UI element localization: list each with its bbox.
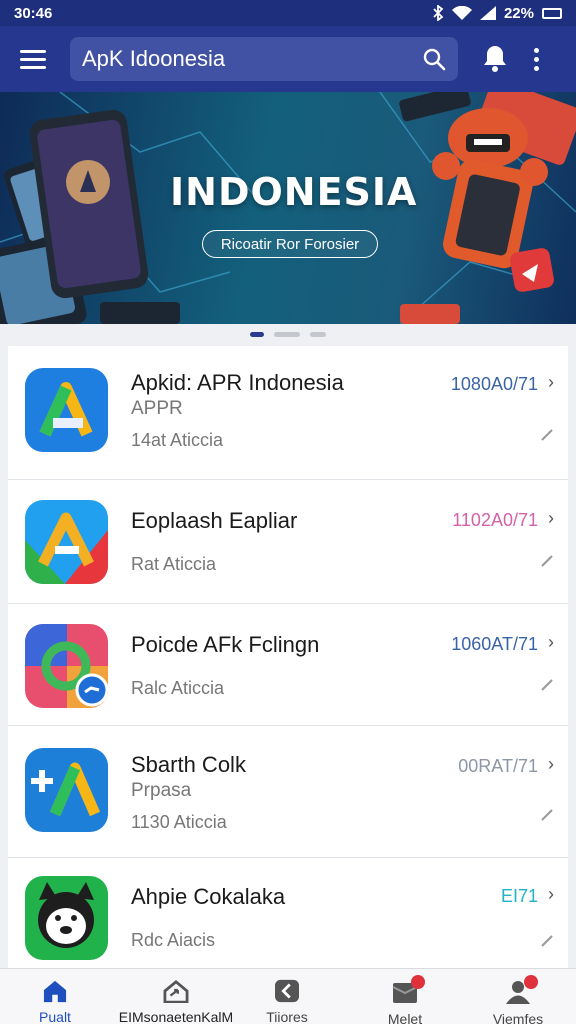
list-item[interactable]: Eoplaash Eapliar Rat Aticcia 1102A0/71 › — [8, 480, 568, 604]
banner-title: INDONESIA — [170, 170, 418, 214]
bluetooth-icon — [433, 5, 444, 21]
more-dot — [533, 65, 539, 71]
app-name: Apkid: APR Indonesia — [131, 370, 344, 395]
status-icons: 22% — [432, 5, 562, 22]
list-item[interactable]: Poicde AFk Fclingn Ralc Aticcia 1060AT/7… — [8, 604, 568, 726]
nav-item-profile[interactable]: Viemfes — [482, 969, 554, 1024]
home-icon — [43, 980, 67, 1003]
app-name: Eoplaash Eapliar — [131, 508, 298, 533]
notification-button[interactable] — [480, 41, 510, 77]
app-name: Sbarth Colk — [131, 752, 246, 777]
app-meta: Ralc Aticcia — [131, 678, 225, 698]
back-icon — [275, 979, 299, 1003]
app-icon — [25, 624, 108, 708]
edit-icon[interactable] — [540, 808, 554, 822]
nav-label: Pualt — [39, 1009, 71, 1024]
app-name: Poicde AFk Fclingn — [131, 632, 320, 657]
app-list: Apkid: APR Indonesia APPR 14at Aticcia 1… — [8, 346, 568, 968]
app-version: 00RAT/71 — [458, 756, 538, 776]
bell-icon — [484, 46, 506, 72]
app-icon — [25, 368, 108, 452]
edit-icon[interactable] — [540, 934, 554, 948]
chevron-right-icon[interactable]: › — [548, 884, 554, 905]
people-icon — [504, 975, 538, 1005]
mail-icon — [391, 975, 425, 1005]
menu-icon-line — [20, 65, 46, 69]
carousel-dot-active[interactable] — [250, 332, 264, 337]
nav-item-messages[interactable]: Melet — [370, 969, 440, 1024]
app-subtitle: Prpasa — [131, 780, 192, 801]
nav-item-home[interactable]: Pualt — [20, 969, 90, 1024]
menu-button[interactable] — [14, 39, 54, 79]
overflow-menu-button[interactable] — [530, 41, 542, 77]
search-bar[interactable] — [70, 37, 458, 81]
search-input[interactable] — [82, 46, 422, 72]
menu-icon-line — [20, 57, 46, 61]
app-name: Ahpie Cokalaka — [131, 884, 286, 909]
edit-icon[interactable] — [540, 428, 554, 442]
edit-icon[interactable] — [540, 554, 554, 568]
app-meta: 14at Aticcia — [131, 430, 224, 450]
carousel-dot[interactable] — [310, 332, 326, 337]
carousel-dot[interactable] — [274, 332, 300, 337]
app-version: 1102A0/71 — [452, 510, 538, 530]
app-version: 1060AT/71 — [451, 634, 538, 654]
app-icon — [25, 500, 108, 584]
app-icon — [25, 876, 108, 960]
banner-cta-button[interactable]: Ricoatir Ror Forosier — [202, 230, 378, 258]
nav-item-explore[interactable]: EIMsonaetenKalM — [112, 969, 240, 1024]
app-version: 1080A0/71 — [450, 374, 538, 394]
app-version: EI71 — [500, 886, 538, 906]
chevron-right-icon[interactable]: › — [548, 508, 554, 529]
nav-label: EIMsonaetenKalM — [118, 1009, 234, 1024]
list-item[interactable]: Ahpie Cokalaka Rdc Aiacis EI71 › — [8, 858, 568, 968]
app-meta: 1130 Aticcia — [131, 812, 227, 832]
app-icon — [25, 748, 108, 832]
nav-label: Tiiores — [266, 1009, 308, 1024]
notification-badge — [411, 975, 425, 989]
more-dot — [533, 47, 539, 53]
notification-badge — [524, 975, 538, 989]
battery-percent: 22% — [503, 4, 534, 22]
search-icon[interactable] — [422, 47, 446, 71]
home-share-icon — [163, 979, 189, 1003]
bottom-navigation: Pualt EIMsonaetenKalM Tiiores Melet Viem… — [0, 968, 576, 1024]
nav-label: Viemfes — [492, 1011, 544, 1024]
edit-icon[interactable] — [540, 678, 554, 692]
list-item[interactable]: Apkid: APR Indonesia APPR 14at Aticcia 1… — [8, 346, 568, 480]
wifi-icon — [451, 5, 472, 20]
chevron-right-icon[interactable]: › — [548, 632, 554, 653]
chevron-right-icon[interactable]: › — [548, 754, 554, 775]
nav-item-stores[interactable]: Tiiores — [252, 969, 322, 1024]
app-meta: Rat Aticcia — [131, 554, 217, 574]
signal-icon — [479, 6, 496, 20]
app-bar — [0, 26, 576, 92]
more-dot — [533, 56, 539, 62]
menu-icon-line — [20, 49, 46, 53]
battery-icon — [542, 7, 562, 19]
app-meta: Rdc Aiacis — [131, 930, 216, 950]
app-subtitle: APPR — [131, 398, 183, 419]
chevron-right-icon[interactable]: › — [548, 372, 554, 393]
status-bar: 30:46 22% — [0, 0, 576, 26]
list-item[interactable]: Sbarth Colk Prpasa 1130 Aticcia 00RAT/71… — [8, 726, 568, 858]
promo-banner[interactable]: INDONESIA Ricoatir Ror Forosier — [0, 92, 576, 324]
status-time: 30:46 — [14, 4, 53, 22]
nav-label: Melet — [387, 1011, 423, 1024]
carousel-indicator — [0, 332, 576, 337]
